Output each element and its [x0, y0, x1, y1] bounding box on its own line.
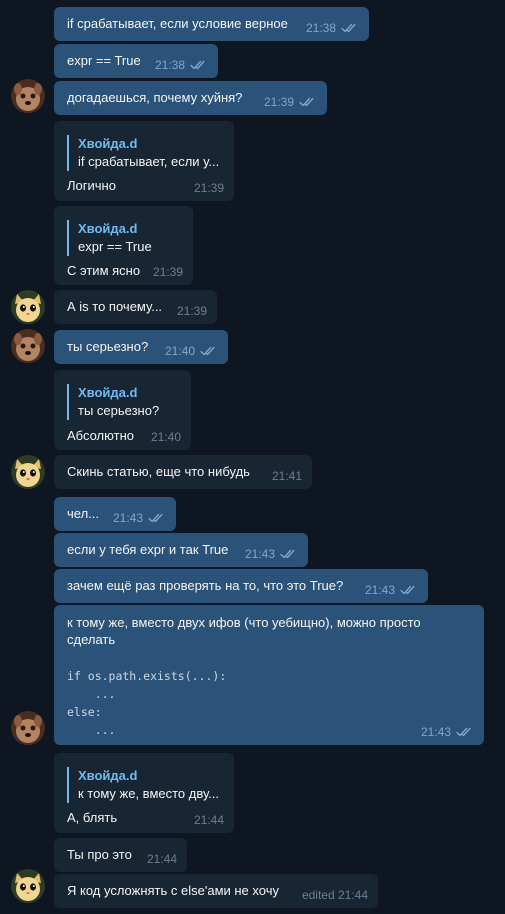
message-meta: 21:43 [245, 547, 298, 561]
message-bubble[interactable]: к тому же, вместо двух ифов (что уебищно… [54, 605, 484, 745]
message-text: к тому же, вместо двух ифов (что уебищно… [67, 615, 421, 647]
message-time: 21:39 [193, 181, 224, 195]
reply-quote[interactable]: Хвойда.d к тому же, вместо дву... [67, 767, 219, 803]
reply-quote[interactable]: Хвойда.d ты серьезно? [67, 384, 159, 420]
message-bubble[interactable]: А is то почему... 21:39 [54, 290, 217, 324]
message-text: С этим ясно [67, 263, 141, 278]
message-meta: 21:40 [165, 344, 218, 358]
message-bubble[interactable]: Я код усложнять с else'ами не хочу edite… [54, 874, 378, 908]
message-text: догадаешься, почему хуйня? [67, 90, 243, 105]
message-meta: edited 21:44 [302, 888, 368, 902]
message-meta: 21:44 [147, 852, 177, 866]
double-check-icon [456, 727, 474, 737]
message-bubble[interactable]: Хвойда.d ты серьезно? Абсолютно 21:40 [54, 370, 191, 450]
user-avatar-cat-icon [11, 455, 45, 489]
message-text: Логично [67, 178, 116, 193]
message-text: Абсолютно [67, 428, 134, 443]
avatar[interactable] [11, 711, 45, 745]
message-bubble[interactable]: если у тебя expr и так True 21:43 [54, 533, 308, 567]
message-time: 21:44 [193, 813, 224, 827]
message-text: А, блять [67, 810, 118, 825]
message-time: edited 21:44 [301, 888, 368, 902]
message-time: 21:39 [263, 95, 294, 109]
reply-text: к тому же, вместо дву... [78, 786, 220, 801]
message-meta: 21:39 [153, 265, 183, 279]
double-check-icon [299, 97, 317, 107]
double-check-icon [190, 60, 208, 70]
message-text: expr == True [67, 53, 141, 68]
message-meta: 21:39 [264, 95, 317, 109]
message-time: 21:40 [150, 430, 181, 444]
reply-text: ты серьезно? [78, 403, 160, 418]
message-time: 21:43 [364, 583, 395, 597]
message-time: 21:41 [271, 469, 302, 483]
message-bubble[interactable]: if срабатывает, если условие верное 21:3… [54, 7, 369, 41]
reply-author: Хвойда.d [78, 385, 138, 400]
code-block: if os.path.exists(...): ... else: ... [67, 669, 227, 737]
message-text: если у тебя expr и так True [67, 542, 229, 557]
message-bubble[interactable]: expr == True 21:38 [54, 44, 218, 78]
message-meta: 21:44 [194, 813, 224, 827]
double-check-icon [148, 513, 166, 523]
avatar[interactable] [11, 329, 45, 363]
message-text: Скинь статью, еще что нибудь [67, 464, 250, 479]
message-time: 21:43 [112, 511, 143, 525]
reply-text: expr == True [78, 239, 152, 254]
reply-quote[interactable]: Хвойда.d if срабатывает, если у... [67, 135, 219, 171]
message-bubble[interactable]: Скинь статью, еще что нибудь 21:41 [54, 455, 312, 489]
reply-author: Хвойда.d [78, 136, 138, 151]
avatar[interactable] [11, 79, 45, 113]
message-meta: 21:40 [151, 430, 181, 444]
message-meta: 21:43 [421, 725, 474, 739]
message-time: 21:38 [154, 58, 185, 72]
message-time: 21:43 [244, 547, 275, 561]
avatar[interactable] [11, 455, 45, 489]
message-bubble[interactable]: Хвойда.d к тому же, вместо дву... А, бля… [54, 753, 234, 833]
message-text: Ты про это [67, 847, 132, 862]
user-avatar-cat-icon [11, 869, 45, 903]
message-meta: 21:41 [272, 469, 302, 483]
message-text: ты серьезно? [67, 339, 149, 354]
message-bubble[interactable]: догадаешься, почему хуйня? 21:39 [54, 81, 327, 115]
message-bubble[interactable]: зачем ещё раз проверять на то, что это T… [54, 569, 428, 603]
message-time: 21:44 [146, 852, 177, 866]
message-time: 21:43 [420, 725, 451, 739]
reply-author: Хвойда.d [78, 221, 138, 236]
user-avatar-dog-icon [11, 79, 45, 113]
user-avatar-dog-icon [11, 711, 45, 745]
message-bubble[interactable]: Ты про это 21:44 [54, 838, 187, 872]
message-time: 21:40 [164, 344, 195, 358]
message-meta: 21:43 [365, 583, 418, 597]
message-meta: 21:39 [194, 181, 224, 195]
message-time: 21:39 [152, 265, 183, 279]
user-avatar-cat-icon [11, 290, 45, 324]
double-check-icon [280, 549, 298, 559]
message-meta: 21:43 [113, 511, 166, 525]
message-bubble[interactable]: чел... 21:43 [54, 497, 176, 531]
message-text: чел... [67, 506, 99, 521]
message-text: Я код усложнять с else'ами не хочу [67, 883, 279, 898]
message-meta: 21:38 [306, 21, 359, 35]
reply-author: Хвойда.d [78, 768, 138, 783]
message-bubble[interactable]: ты серьезно? 21:40 [54, 330, 228, 364]
double-check-icon [341, 23, 359, 33]
double-check-icon [200, 346, 218, 356]
reply-text: if срабатывает, если у... [78, 154, 220, 169]
double-check-icon [400, 585, 418, 595]
message-meta: 21:38 [155, 58, 208, 72]
message-text: зачем ещё раз проверять на то, что это T… [67, 578, 344, 593]
avatar[interactable] [11, 869, 45, 903]
avatar[interactable] [11, 290, 45, 324]
message-time: 21:39 [176, 304, 207, 318]
message-bubble[interactable]: Хвойда.d if срабатывает, если у... Логич… [54, 121, 234, 201]
message-meta: 21:39 [177, 304, 207, 318]
message-time: 21:38 [305, 21, 336, 35]
message-text: А is то почему... [67, 299, 163, 314]
reply-quote[interactable]: Хвойда.d expr == True [67, 220, 152, 256]
message-text: if срабатывает, если условие верное [67, 16, 288, 31]
user-avatar-dog-icon [11, 329, 45, 363]
message-bubble[interactable]: Хвойда.d expr == True С этим ясно 21:39 [54, 206, 193, 285]
